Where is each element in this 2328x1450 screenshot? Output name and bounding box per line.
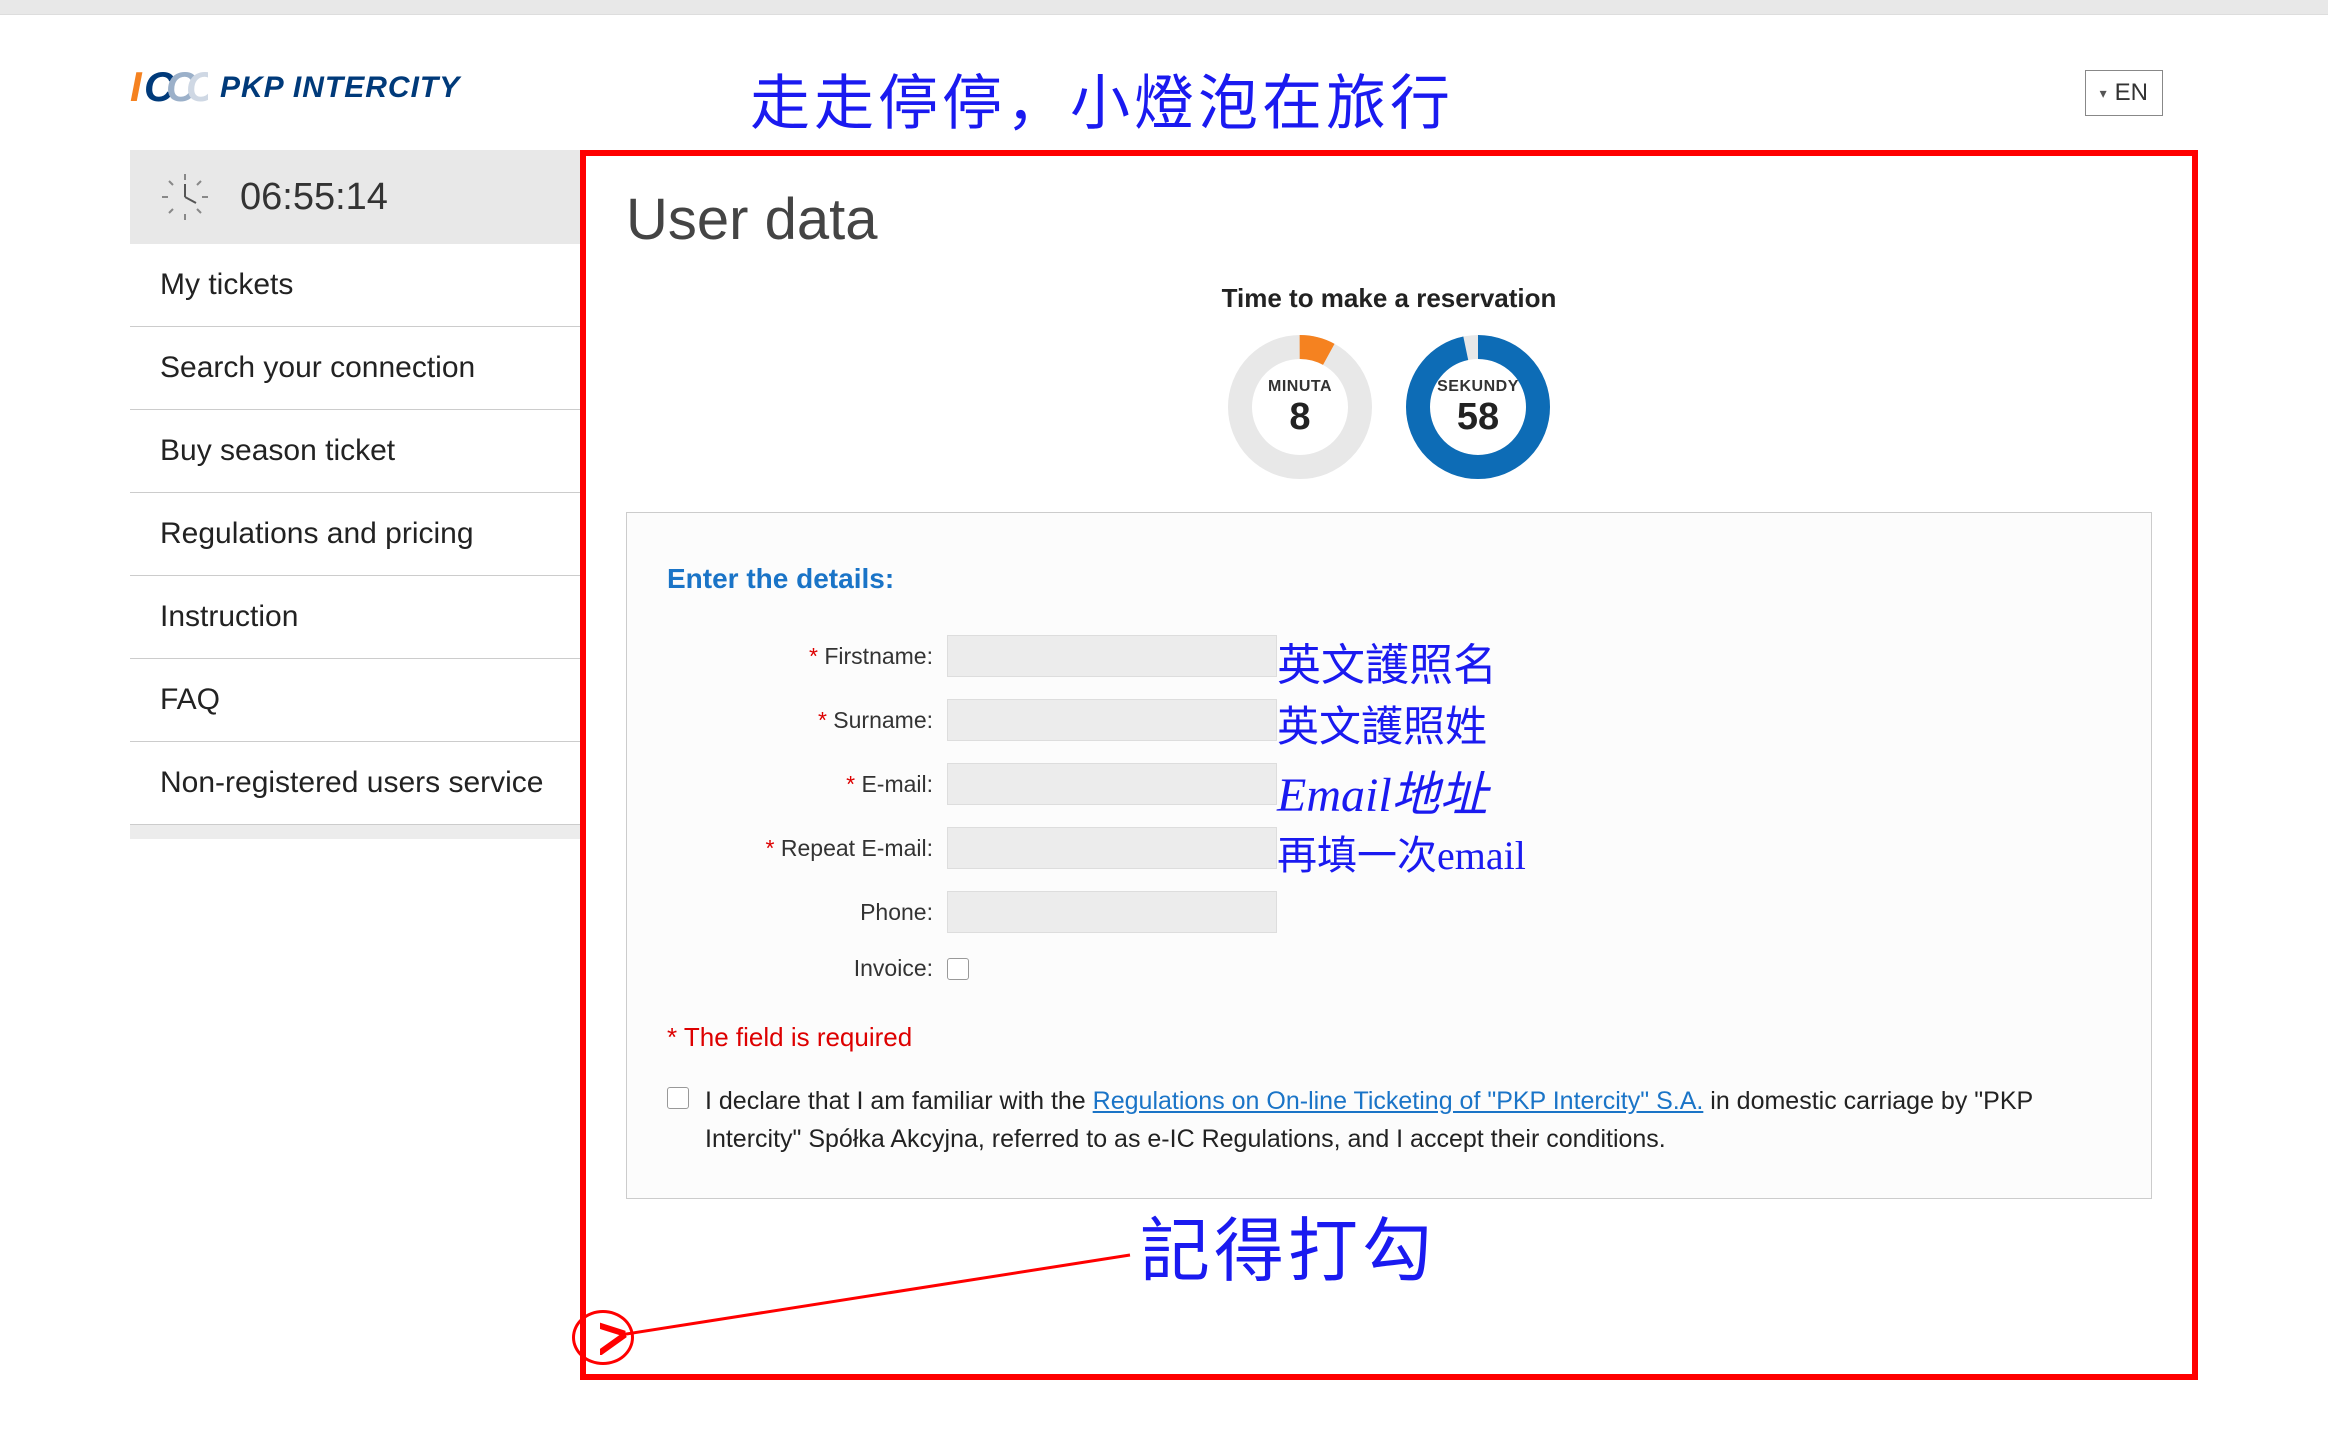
main-content: User data Time to make a reservation MIN… [580, 150, 2198, 1380]
sidebar-item-instruction[interactable]: Instruction [130, 576, 580, 659]
sidebar-item-my-tickets[interactable]: My tickets [130, 244, 580, 327]
intercity-logo-icon: I C C C [130, 67, 208, 109]
second-value: 58 [1457, 398, 1499, 436]
form-heading: Enter the details: [667, 563, 2111, 595]
regulations-link[interactable]: Regulations on On-line Ticketing of "PKP… [1093, 1087, 1704, 1115]
row-email: * E-mail: Email地址 [667, 763, 2111, 805]
handwriting-blog-title: 走走停停，小燈泡在旅行 [750, 55, 1454, 142]
row-invoice: Invoice: [667, 955, 2111, 982]
clock-icon [160, 172, 210, 222]
sidebar-item-nonregistered[interactable]: Non-registered users service [130, 742, 580, 825]
brand-name: PKP INTERCITY [220, 71, 460, 105]
clock-value: 06:55:14 [240, 176, 388, 219]
annotation-email: Email地址 [1277, 755, 1488, 825]
input-email[interactable] [947, 763, 1277, 805]
label-firstname: * Firstname: [667, 643, 947, 670]
row-surname: * Surname: 英文護照姓 [667, 699, 2111, 741]
sidebar: 06:55:14 My tickets Search your connecti… [130, 150, 580, 839]
input-phone[interactable] [947, 891, 1277, 933]
minute-value: 8 [1289, 398, 1310, 436]
second-dial: SEKUNDY 58 [1403, 332, 1553, 482]
user-data-form: Enter the details: * Firstname: 英文護照名 * … [626, 512, 2152, 1199]
reservation-timer: Time to make a reservation MINUTA 8 [626, 283, 2152, 482]
page-title: User data [626, 186, 2152, 253]
timer-label: Time to make a reservation [626, 283, 2152, 314]
browser-topbar [0, 0, 2328, 15]
checkbox-declaration[interactable] [667, 1087, 689, 1109]
label-phone: Phone: [667, 899, 947, 926]
second-unit: SEKUNDY [1437, 378, 1519, 396]
sidebar-footer-bar [130, 825, 580, 839]
input-firstname[interactable] [947, 635, 1277, 677]
input-surname[interactable] [947, 699, 1277, 741]
brand-logo[interactable]: I C C C PKP INTERCITY [130, 67, 460, 109]
label-repeat-email: * Repeat E-mail: [667, 835, 947, 862]
row-repeat-email: * Repeat E-mail: 再填一次email [667, 827, 2111, 869]
row-declaration: I declare that I am familiar with the Re… [667, 1083, 2111, 1158]
row-firstname: * Firstname: 英文護照名 [667, 635, 2111, 677]
row-phone: Phone: [667, 891, 2111, 933]
svg-text:I: I [130, 67, 143, 109]
minute-dial: MINUTA 8 [1225, 332, 1375, 482]
svg-text:C: C [186, 67, 208, 109]
chevron-down-icon: ▾ [2100, 85, 2107, 102]
label-invoice: Invoice: [667, 955, 947, 982]
label-email: * E-mail: [667, 771, 947, 798]
checkbox-invoice[interactable] [947, 958, 969, 980]
sidebar-item-search-connection[interactable]: Search your connection [130, 327, 580, 410]
annotation-surname: 英文護照姓 [1277, 693, 1487, 754]
minute-unit: MINUTA [1268, 378, 1332, 396]
required-note: * The field is required [667, 1022, 2111, 1053]
sidebar-item-faq[interactable]: FAQ [130, 659, 580, 742]
label-surname: * Surname: [667, 707, 947, 734]
sidebar-clock: 06:55:14 [130, 150, 580, 244]
sidebar-item-buy-season[interactable]: Buy season ticket [130, 410, 580, 493]
language-code: EN [2115, 79, 2148, 107]
language-selector[interactable]: ▾ EN [2085, 70, 2163, 116]
annotation-firstname: 英文護照名 [1277, 629, 1497, 693]
sidebar-item-regulations[interactable]: Regulations and pricing [130, 493, 580, 576]
annotation-repeat-email: 再填一次email [1277, 823, 1526, 881]
input-repeat-email[interactable] [947, 827, 1277, 869]
declaration-text: I declare that I am familiar with the Re… [705, 1083, 2111, 1158]
page-header: I C C C PKP INTERCITY 走走停停，小燈泡在旅行 ▾ EN [0, 15, 2328, 150]
